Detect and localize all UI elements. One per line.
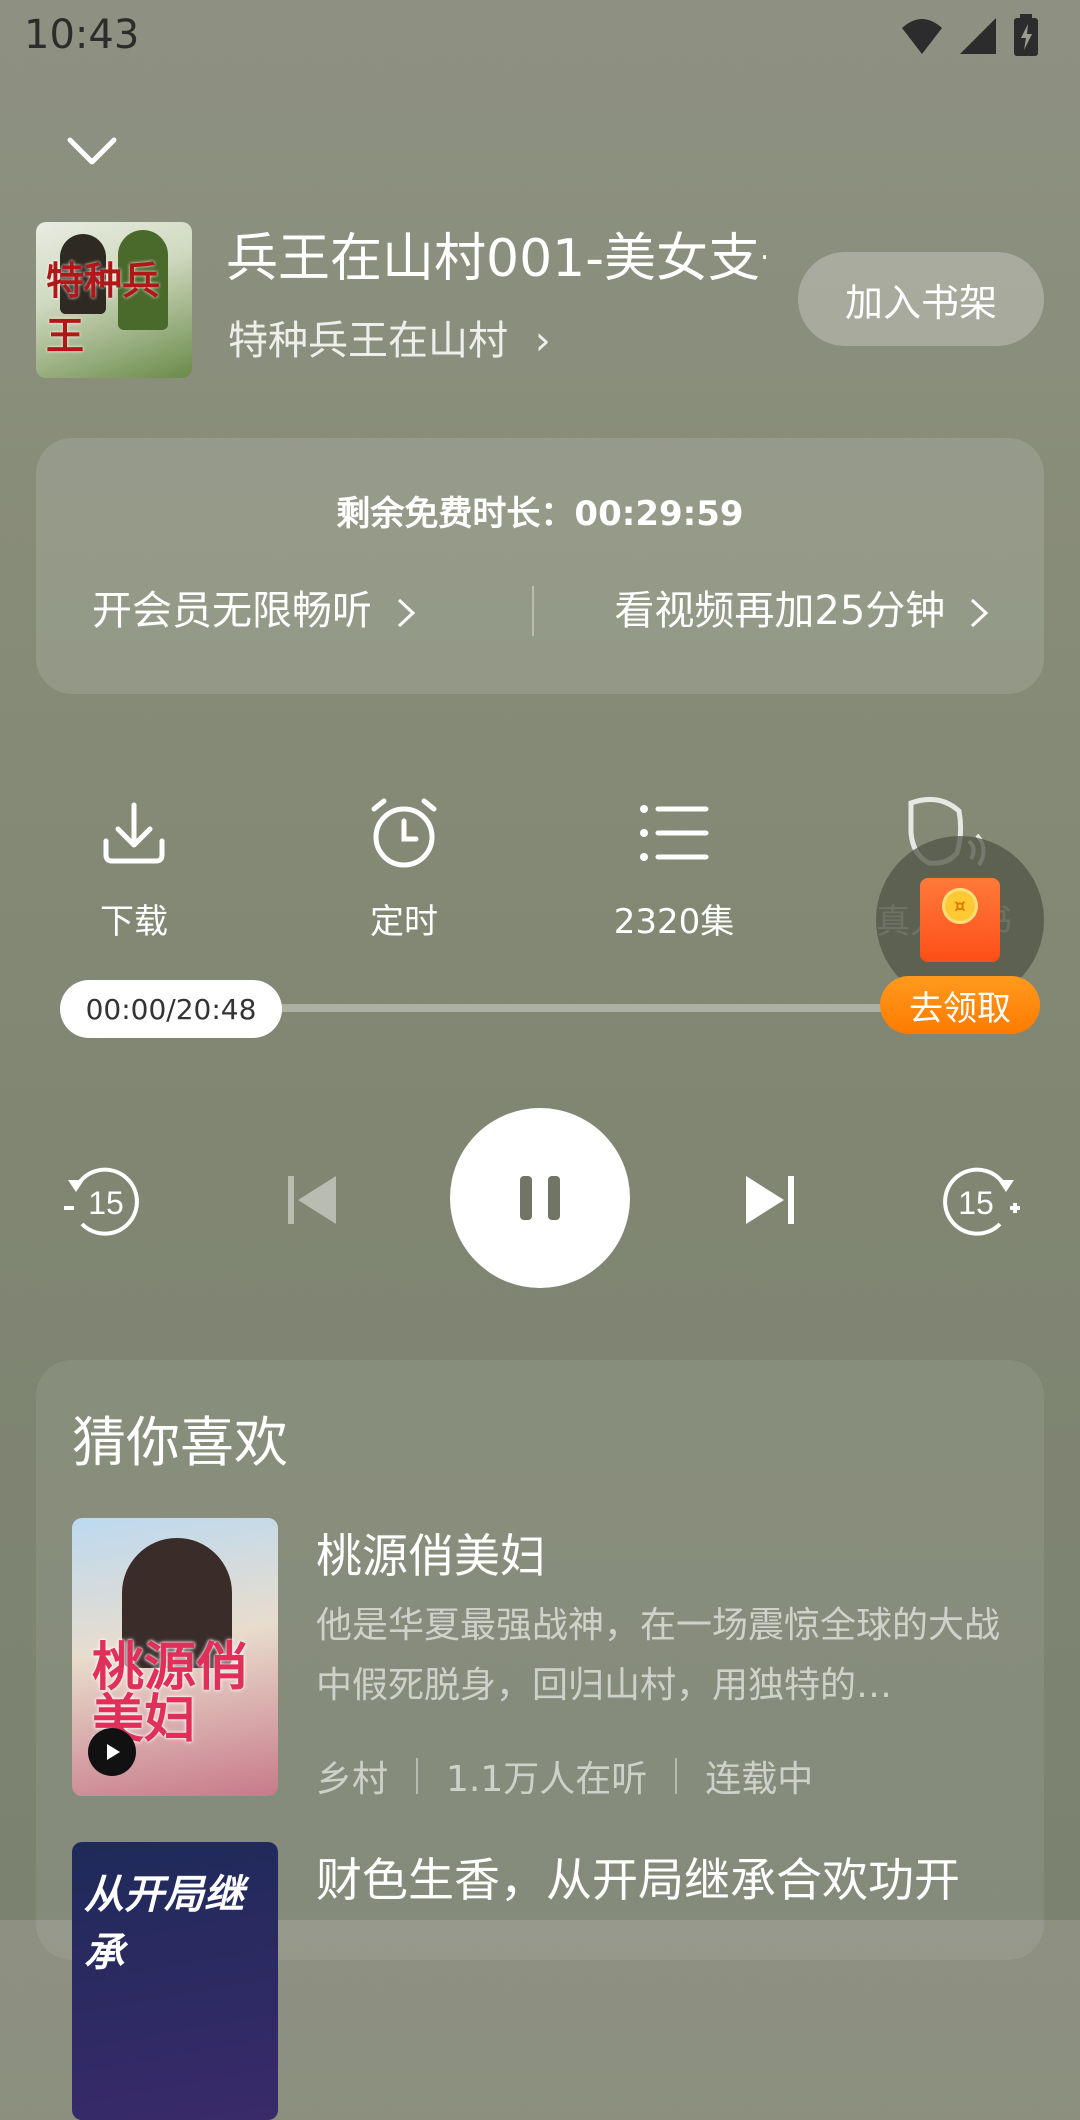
recommend-item-name[interactable]: 桃源俏美妇 — [316, 1520, 546, 1586]
red-packet-icon: ¤ — [920, 878, 1000, 962]
cover-title-text: 特种兵王 — [46, 258, 161, 358]
collapse-chevron-icon[interactable] — [60, 120, 124, 184]
chapter-title: 兵王在山村001-美女支书 — [226, 229, 766, 289]
previous-track-button[interactable] — [272, 1160, 352, 1240]
timer-label: 定时 — [370, 902, 438, 942]
free-time-remaining: 剩余免费时长：00:29:59 — [336, 494, 744, 534]
watch-video-link[interactable]: 看视频再加25分钟 — [614, 578, 990, 636]
skip-previous-icon — [288, 1176, 336, 1224]
recommendation-card: 猜你喜欢 桃源俏美妇 桃源俏美妇 他是华夏最强战神，在一场震惊全球的大战中假死脱… — [36, 1360, 1044, 2120]
download-icon — [34, 778, 234, 888]
download-label: 下载 — [100, 902, 168, 942]
pause-icon — [520, 1176, 560, 1220]
battery-icon — [1014, 14, 1038, 56]
recommend-item-desc: 他是华夏最强战神，在一场震惊全球的大战中假死脱身，回归山村，用独特的… — [316, 1605, 1001, 1706]
forward-seconds: 15 — [958, 1185, 994, 1221]
forward-15-icon: 15 — [943, 1167, 1020, 1236]
rewind-15-button[interactable]: 15 — [62, 1160, 142, 1240]
add-to-shelf-button[interactable]: 加入书架 — [798, 252, 1044, 346]
divider — [416, 1758, 419, 1794]
skip-next-icon — [746, 1176, 794, 1224]
recommend-item-cover[interactable]: 桃源俏美妇 — [72, 1518, 278, 1796]
vip-unlimited-label: 开会员无限畅听 — [92, 588, 372, 634]
status-icons — [900, 12, 1040, 60]
recommend-cover-text: 从开局继承 — [84, 1872, 244, 1976]
recommend-item-listeners: 1.1万人在听 — [446, 1759, 648, 1800]
claim-reward-button[interactable]: 去领取 — [880, 976, 1040, 1034]
play-icon[interactable] — [88, 1728, 136, 1776]
divider — [675, 1758, 678, 1794]
recommend-item-status: 连载中 — [705, 1759, 814, 1800]
recommend-item-category: 乡村 — [316, 1759, 389, 1800]
forward-15-button[interactable]: 15 — [940, 1160, 1020, 1240]
rewind-15-icon: 15 — [64, 1167, 139, 1236]
chevron-right-icon — [970, 598, 989, 628]
rewind-seconds: 15 — [88, 1185, 124, 1221]
divider — [532, 586, 534, 636]
timer-button[interactable]: 定时 — [304, 778, 504, 943]
series-link[interactable]: 特种兵王在山村 › — [228, 308, 551, 366]
watch-video-label: 看视频再加25分钟 — [614, 588, 946, 634]
book-cover[interactable]: 特种兵王 — [36, 222, 192, 378]
series-title: 特种兵王在山村 — [228, 318, 508, 364]
next-track-button[interactable] — [730, 1160, 810, 1240]
recommend-item-meta: 乡村 1.1万人在听 连载中 — [316, 1750, 813, 1802]
alarm-clock-icon — [304, 778, 504, 888]
download-button[interactable]: 下载 — [34, 778, 234, 943]
status-time: 10:43 — [24, 12, 140, 58]
coin-icon: ¤ — [942, 888, 978, 924]
chevron-right-icon — [397, 598, 415, 628]
episodes-button[interactable]: 2320集 — [574, 778, 774, 943]
recommend-item-cover[interactable]: 从开局继承 — [72, 1842, 278, 2120]
recommendation-title: 猜你喜欢 — [72, 1411, 288, 1474]
free-listen-card: 剩余免费时长：00:29:59 开会员无限畅听 看视频再加25分钟 — [36, 438, 1044, 694]
signal-icon — [960, 18, 996, 54]
pause-button[interactable] — [450, 1108, 630, 1288]
wifi-icon — [902, 19, 942, 54]
episodes-label: 2320集 — [613, 902, 735, 942]
recommend-item-name[interactable]: 财色生香，从开局继承合欢功开 — [316, 1844, 960, 1910]
list-icon — [574, 778, 774, 888]
vip-unlimited-link[interactable]: 开会员无限畅听 — [92, 578, 417, 636]
chevron-right-icon: › — [534, 318, 551, 364]
progress-time-thumb[interactable]: 00:00/20:48 — [60, 980, 282, 1038]
